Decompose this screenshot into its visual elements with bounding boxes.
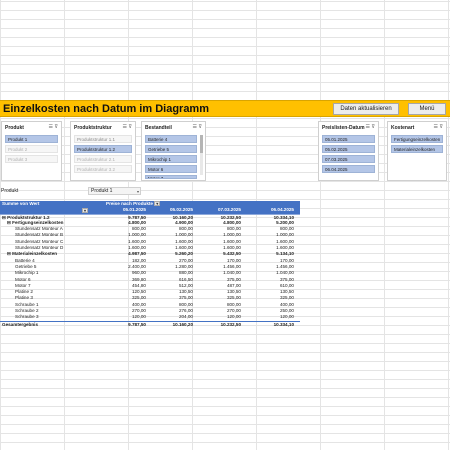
slicer-preislisten-datum: Preislisten-Datum ☰ ⊽ 05.01.2025 05.02.2… xyxy=(318,121,379,181)
slicer-produkt: Produkt ☰ ⊽ Produkt 1 Produkt 2 Produkt … xyxy=(1,121,62,181)
page-title: Einzelkosten nach Datum im Diagramm xyxy=(3,103,209,115)
grand-total-row[interactable]: Gesamtergebnis 9.787,50 10.160,20 10.232… xyxy=(0,320,300,327)
chevron-down-icon[interactable]: ▾ xyxy=(137,188,139,195)
slicer-icons: ☰ ⊽ xyxy=(433,124,443,130)
slicer-item[interactable]: Produkt 2 xyxy=(5,145,58,153)
clear-filter-icon[interactable]: ⊽ xyxy=(371,124,375,130)
slicer-title: Produkt xyxy=(5,125,24,131)
slicer-title: Bestandteil xyxy=(145,125,172,131)
slicer-item[interactable]: Produktstruktur 1.1 xyxy=(74,135,132,143)
multiselect-icon[interactable]: ☰ xyxy=(122,124,126,130)
slicer-item[interactable]: Produktstruktur 1.2 xyxy=(74,145,132,153)
slicer-item[interactable]: Getriebe 5 xyxy=(145,145,197,153)
report-filter: Produkt Produkt 1 ▾ xyxy=(0,187,142,195)
slicer-icons: ☰ ⊽ xyxy=(192,124,202,130)
clear-filter-icon[interactable]: ⊽ xyxy=(128,124,132,130)
filter-dropdown-icon[interactable]: ▾ xyxy=(154,201,161,207)
filter-dropdown-icon[interactable]: ▾ xyxy=(82,207,88,213)
slicer-item[interactable]: Motor 6 xyxy=(145,165,197,173)
slicer-bestandteil: Bestandteil ☰ ⊽ Batterie 4 Getriebe 5 Mi… xyxy=(141,121,206,181)
slicer-item[interactable]: 05.01.2025 xyxy=(322,135,375,143)
multiselect-icon[interactable]: ☰ xyxy=(192,124,196,130)
filter-label: Produkt xyxy=(1,188,19,194)
slicer-item[interactable]: Materialeinzelkosten xyxy=(391,145,443,153)
slicer-item[interactable]: 06.04.2025 xyxy=(322,165,375,173)
update-data-button[interactable]: Daten aktualisieren xyxy=(333,103,399,115)
slicer-item[interactable]: Fertigungseinzelkosten xyxy=(391,135,443,143)
slicer-item[interactable]: Motor 7 xyxy=(145,175,197,179)
slicer-icons: ☰ ⊽ xyxy=(48,124,58,130)
slicer-item[interactable]: Batterie 4 xyxy=(145,135,197,143)
pivot-table: Summe von Wert Preise nach Produkte ▾ ▾ … xyxy=(0,201,300,327)
slicer-item[interactable]: 05.02.2025 xyxy=(322,145,375,153)
slicer-title: Produktstruktur xyxy=(74,125,112,131)
slicer-item[interactable]: Produktstruktur 2.1 xyxy=(74,155,132,163)
slicer-scrollbar[interactable] xyxy=(200,135,203,175)
multiselect-icon[interactable]: ☰ xyxy=(365,124,369,130)
multiselect-icon[interactable]: ☰ xyxy=(48,124,52,130)
clear-filter-icon[interactable]: ⊽ xyxy=(54,124,58,130)
multiselect-icon[interactable]: ☰ xyxy=(433,124,437,130)
slicer-icons: ☰ ⊽ xyxy=(365,124,375,130)
filter-value: Produkt 1 xyxy=(91,188,113,194)
cell: 10.334,10 xyxy=(273,321,294,327)
filter-dropdown[interactable]: Produkt 1 ▾ xyxy=(88,187,141,195)
slicer-title: Preislisten-Datum xyxy=(322,125,365,131)
slicer-produktstruktur: Produktstruktur ☰ ⊽ Produktstruktur 1.1 … xyxy=(70,121,136,181)
slicer-item[interactable]: 07.03.2025 xyxy=(322,155,375,163)
clear-filter-icon[interactable]: ⊽ xyxy=(198,124,202,130)
slicer-item[interactable]: Mikrochip 1 xyxy=(145,155,197,163)
menu-button[interactable]: Menü xyxy=(408,103,446,115)
slicer-item[interactable]: Produkt 1 xyxy=(5,135,58,143)
title-bar: Einzelkosten nach Datum im Diagramm Date… xyxy=(0,100,450,117)
slicer-item[interactable]: Produkt 3 xyxy=(5,155,58,163)
clear-filter-icon[interactable]: ⊽ xyxy=(439,124,443,130)
slicer-icons: ☰ ⊽ xyxy=(122,124,132,130)
cell: 10.232,50 xyxy=(220,321,241,327)
slicer-kostenart: Kostenart ☰ ⊽ Fertigungseinzelkosten Mat… xyxy=(387,121,447,181)
slicer-title: Kostenart xyxy=(391,125,415,131)
slicer-item[interactable]: Produktstruktur 3.2 xyxy=(74,165,132,173)
